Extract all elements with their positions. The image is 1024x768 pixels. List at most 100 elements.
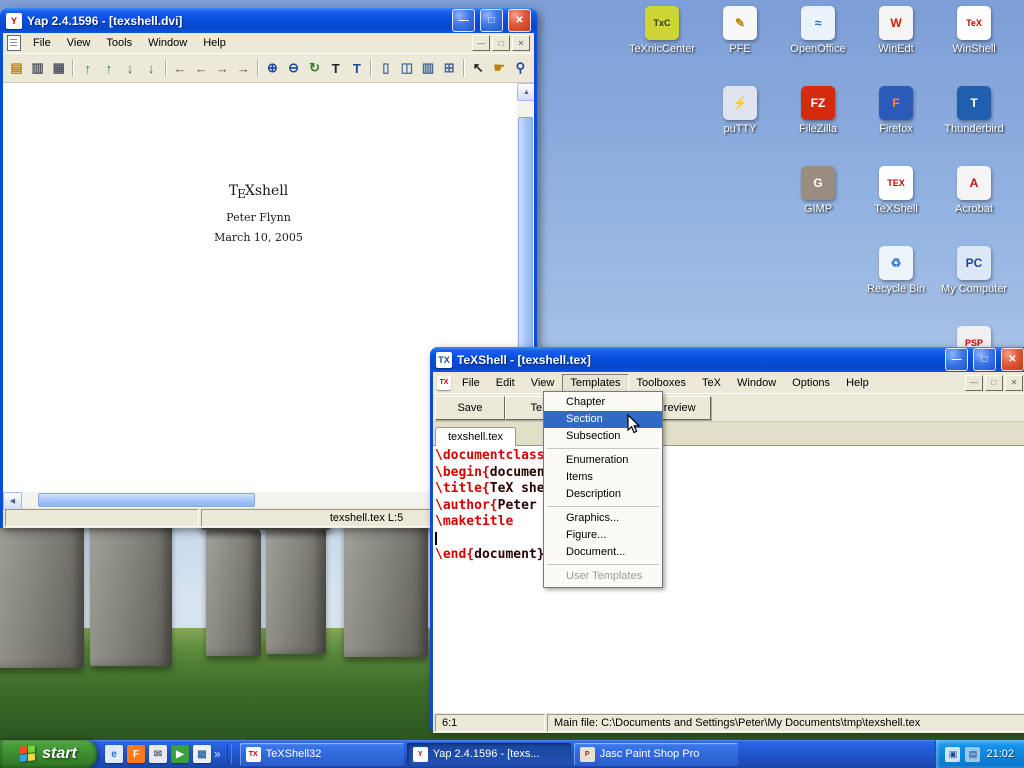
menu-item-section[interactable]: Section [544, 411, 662, 428]
menu-item-description[interactable]: Description [544, 486, 662, 503]
next-page-icon[interactable]: ↓ [119, 57, 140, 79]
menu-item-graphics[interactable]: Graphics... [544, 510, 662, 527]
desktop-icon-filezilla[interactable]: FZFileZilla [779, 86, 857, 135]
horizontal-scroll-thumb[interactable] [38, 493, 255, 507]
pointer-icon[interactable]: ↖ [468, 57, 489, 79]
magnifier-icon[interactable]: ⚲ [510, 57, 531, 79]
menu-item-subsection[interactable]: Subsection [544, 428, 662, 445]
scroll-left-icon[interactable]: ◀ [3, 492, 22, 510]
start-button[interactable]: start [0, 740, 97, 768]
yap-window-title: Yap 2.4.1596 - [texshell.dvi] [27, 14, 447, 28]
mail-icon[interactable]: ✉ [149, 745, 167, 763]
desktop-icon-winshell[interactable]: TeXWinShell [935, 6, 1013, 55]
first-page-icon[interactable]: ↑ [77, 57, 98, 79]
taskbar-task-2[interactable]: YYap 2.4.1596 - [texs... [407, 743, 571, 766]
texshell-menu-view[interactable]: View [523, 374, 563, 392]
code-editor[interactable]: \documentclass{\begin{document\title{TeX… [433, 446, 1024, 713]
texshell-menu-tex[interactable]: TeX [694, 374, 729, 392]
print-icon[interactable]: ▥ [27, 57, 48, 79]
desktop-icon-pfe[interactable]: ✎PFE [701, 6, 779, 55]
mdi-restore-button[interactable]: □ [985, 375, 1003, 391]
forward-icon[interactable]: → [212, 57, 233, 79]
open-icon[interactable]: ▤ [6, 57, 27, 79]
desktop-icon-label: puTTY [701, 123, 779, 135]
desktop-icon-texniccenter[interactable]: TxCTeXnicCenter [623, 6, 701, 55]
menu-item-items[interactable]: Items [544, 469, 662, 486]
media-player-icon[interactable]: ▶ [171, 745, 189, 763]
texshell-menu-window[interactable]: Window [729, 374, 784, 392]
desktop-icon-firefox[interactable]: FFirefox [857, 86, 935, 135]
texshell-menu-toolboxes[interactable]: Toolboxes [629, 374, 695, 392]
texshell-menu-templates[interactable]: Templates [562, 374, 628, 392]
yap-menu-help[interactable]: Help [195, 34, 234, 52]
refresh-icon[interactable]: ↻ [304, 57, 325, 79]
firefox-icon[interactable]: F [127, 745, 145, 763]
texshell-titlebar[interactable]: TX TeXShell - [texshell.tex] — □ ✕ [430, 347, 1024, 372]
scroll-up-icon[interactable]: ▲ [517, 83, 534, 101]
mdi-minimize-button[interactable]: — [472, 35, 490, 51]
desktop-icon-my-computer[interactable]: PCMy Computer [935, 246, 1013, 295]
vertical-scroll-thumb[interactable] [518, 117, 533, 359]
text-select-icon[interactable]: T [325, 57, 346, 79]
menu-item-enumeration[interactable]: Enumeration [544, 452, 662, 469]
page-width-icon[interactable]: ⊞ [439, 57, 460, 79]
yap-close-button[interactable]: ✕ [508, 9, 531, 32]
show-desktop-icon[interactable]: ▦ [193, 745, 211, 763]
yap-minimize-button[interactable]: — [452, 9, 475, 32]
texshell-menu-file[interactable]: File [454, 374, 488, 392]
text-tool-icon[interactable]: T [346, 57, 367, 79]
last-page-icon[interactable]: ↓ [141, 57, 162, 79]
yap-menu-file[interactable]: File [25, 34, 59, 52]
desktop-icon-gimp[interactable]: GGIMP [779, 166, 857, 215]
desktop-icon-thunderbird[interactable]: TThunderbird [935, 86, 1013, 135]
menu-item-chapter[interactable]: Chapter [544, 394, 662, 411]
yap-maximize-button[interactable]: □ [480, 9, 503, 32]
facing-pages-icon[interactable]: ▥ [418, 57, 439, 79]
prev-page-icon[interactable]: ↑ [98, 57, 119, 79]
desktop-icon-recycle-bin[interactable]: ♻Recycle Bin [857, 246, 935, 295]
text-caret [435, 532, 437, 545]
desktop-icon-acrobat[interactable]: AAcrobat [935, 166, 1013, 215]
menu-item-document[interactable]: Document... [544, 544, 662, 561]
forward-far-icon[interactable]: → [233, 57, 254, 79]
back-far-icon[interactable]: ← [191, 57, 212, 79]
yap-menu-window[interactable]: Window [140, 34, 195, 52]
print-setup-icon[interactable]: ▦ [48, 57, 69, 79]
quick-launch-area: eF✉▶▦ [105, 745, 211, 763]
yap-menu-view[interactable]: View [59, 34, 99, 52]
mdi-close-button[interactable]: ✕ [1005, 375, 1023, 391]
menu-item-figure[interactable]: Figure... [544, 527, 662, 544]
continuous-view-icon[interactable]: ◫ [396, 57, 417, 79]
texshell-minimize-button[interactable]: — [945, 348, 968, 371]
tray-device-icon[interactable]: ▣ [945, 747, 960, 762]
zoom-out-icon[interactable]: ⊖ [283, 57, 304, 79]
save-button[interactable]: Save [435, 396, 505, 420]
yap-menu-tools[interactable]: Tools [98, 34, 140, 52]
quick-launch-overflow-icon[interactable]: » [211, 747, 224, 761]
desktop-icon-putty[interactable]: ⚡puTTY [701, 86, 779, 135]
taskbar-task-3[interactable]: PJasc Paint Shop Pro [574, 743, 738, 766]
yap-titlebar[interactable]: Y Yap 2.4.1596 - [texshell.dvi] — □ ✕ [0, 8, 537, 33]
zoom-in-icon[interactable]: ⊕ [262, 57, 283, 79]
desktop-icon-texshell[interactable]: TEXTeXShell [857, 166, 935, 215]
back-icon[interactable]: ← [170, 57, 191, 79]
texshell-menu-help[interactable]: Help [838, 374, 877, 392]
desktop-icon-label: My Computer [935, 283, 1013, 295]
code-segment: \maketitle [435, 514, 513, 529]
internet-explorer-icon[interactable]: e [105, 745, 123, 763]
network-icon[interactable]: ▤ [965, 747, 980, 762]
texshell-maximize-button[interactable]: □ [973, 348, 996, 371]
desktop-icon-openoffice[interactable]: ≈OpenOffice [779, 6, 857, 55]
taskbar-task-1[interactable]: TXTeXShell32 [240, 743, 404, 766]
single-page-icon[interactable]: ▯ [375, 57, 396, 79]
winshell-icon: TeX [957, 6, 991, 40]
desktop-icon-winedt[interactable]: WWinEdt [857, 6, 935, 55]
texshell-close-button[interactable]: ✕ [1001, 348, 1024, 371]
mdi-minimize-button[interactable]: — [965, 375, 983, 391]
mdi-restore-button[interactable]: □ [492, 35, 510, 51]
texshell-menu-edit[interactable]: Edit [488, 374, 523, 392]
hand-icon[interactable]: ☛ [489, 57, 510, 79]
texshell-menu-options[interactable]: Options [784, 374, 838, 392]
tab-texshell-tex[interactable]: texshell.tex [435, 427, 516, 446]
mdi-close-button[interactable]: ✕ [512, 35, 530, 51]
